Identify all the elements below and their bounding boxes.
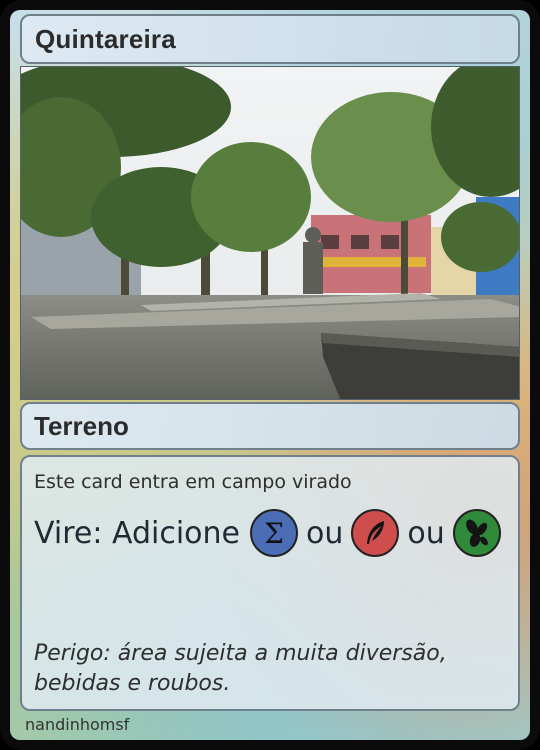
card-name: Quintareira: [35, 24, 176, 54]
card-type-bar: Terreno: [20, 402, 520, 450]
rules-prefix: Vire: Adicione: [34, 515, 241, 551]
flavor-text: Perigo: área sujeita a muita diversão, b…: [34, 641, 447, 696]
card-text-box: Este card entra em campo virado Vire: Ad…: [20, 455, 520, 711]
artist-credit: nandinhomsf: [25, 715, 130, 734]
game-card: Quintareira Terreno Este card entra em c…: [0, 0, 540, 750]
leaves-icon: [452, 509, 501, 557]
card-type: Terreno: [34, 411, 129, 441]
rules-text-line2: Vire: Adicione Σ ou ou: [34, 507, 507, 559]
rules-text-line1: Este card entra em campo virado: [34, 471, 352, 493]
sigma-icon: Σ: [250, 509, 299, 557]
card-artwork: [20, 66, 520, 400]
conjunction-or-2: ou: [407, 515, 445, 551]
sigma-glyph: Σ: [264, 516, 284, 550]
card-title-bar: Quintareira: [20, 14, 520, 64]
conjunction-or: ou: [306, 515, 344, 551]
plaza-photo: [21, 67, 519, 399]
feather-icon: [351, 509, 400, 557]
